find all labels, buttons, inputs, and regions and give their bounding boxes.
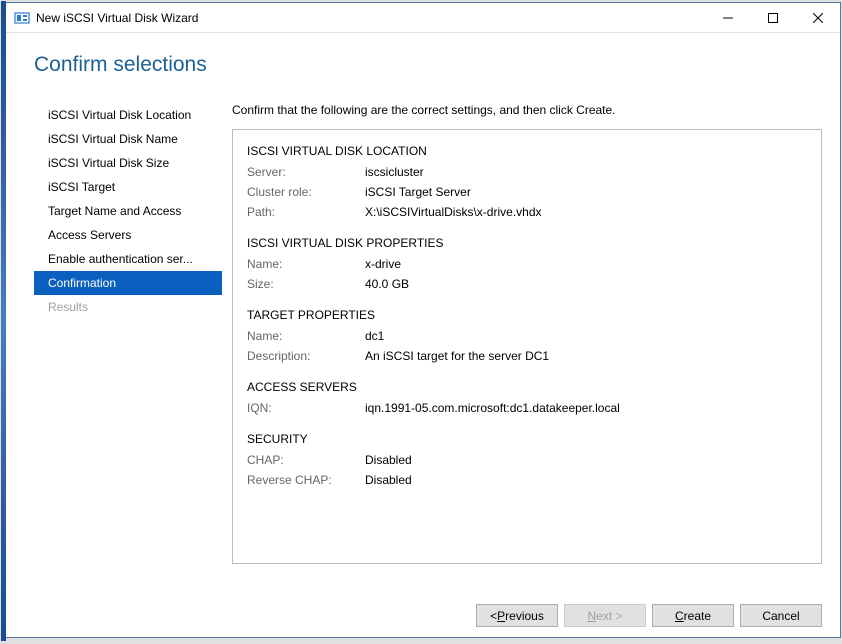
prop-label-size: Size: (247, 274, 365, 294)
prop-row: CHAP: Disabled (247, 450, 807, 470)
sidebar-item-confirmation[interactable]: Confirmation (34, 271, 222, 295)
prop-value-size: 40.0 GB (365, 274, 409, 294)
section-header-properties: ISCSI VIRTUAL DISK PROPERTIES (247, 236, 807, 250)
sidebar-item-target[interactable]: iSCSI Target (34, 175, 222, 199)
cancel-button[interactable]: Cancel (740, 604, 822, 627)
prop-value-chap: Disabled (365, 450, 412, 470)
prop-value-description: An iSCSI target for the server DC1 (365, 346, 549, 366)
sidebar-item-label: iSCSI Virtual Disk Name (48, 132, 178, 146)
previous-button[interactable]: < Previous (476, 604, 558, 627)
titlebar: New iSCSI Virtual Disk Wizard (6, 3, 840, 33)
prop-value-diskname: x-drive (365, 254, 401, 274)
titlebar-buttons (705, 3, 840, 32)
sidebar-item-label: iSCSI Virtual Disk Size (48, 156, 169, 170)
wizard-footer: < Previous Next > Create Cancel (476, 604, 822, 627)
sidebar-item-results: Results (34, 295, 222, 319)
prop-row: Path: X:\iSCSIVirtualDisks\x-drive.vhdx (247, 202, 807, 222)
sidebar-item-label: Access Servers (48, 228, 131, 242)
sidebar-item-size[interactable]: iSCSI Virtual Disk Size (34, 151, 222, 175)
prop-label-server: Server: (247, 162, 365, 182)
sidebar-item-name[interactable]: iSCSI Virtual Disk Name (34, 127, 222, 151)
prop-row: Name: x-drive (247, 254, 807, 274)
page-title: Confirm selections (34, 53, 822, 77)
prop-row: Server: iscsicluster (247, 162, 807, 182)
sidebar-item-label: Target Name and Access (48, 204, 181, 218)
prop-label-diskname: Name: (247, 254, 365, 274)
prop-value-iqn: iqn.1991-05.com.microsoft:dc1.datakeeper… (365, 398, 620, 418)
prop-row: Cluster role: iSCSI Target Server (247, 182, 807, 202)
prop-row: Reverse CHAP: Disabled (247, 470, 807, 490)
prop-label-path: Path: (247, 202, 365, 222)
prop-value-cluster-role: iSCSI Target Server (365, 182, 471, 202)
confirmation-panel: ISCSI VIRTUAL DISK LOCATION Server: iscs… (232, 129, 822, 564)
sidebar-item-access-servers[interactable]: Access Servers (34, 223, 222, 247)
instruction-text: Confirm that the following are the corre… (232, 103, 822, 117)
window-title: New iSCSI Virtual Disk Wizard (36, 11, 705, 25)
wizard-body: Confirm that the following are the corre… (222, 103, 822, 564)
prop-row: Name: dc1 (247, 326, 807, 346)
create-button[interactable]: Create (652, 604, 734, 627)
next-button[interactable]: Next > (564, 604, 646, 627)
sidebar-item-label: iSCSI Virtual Disk Location (48, 108, 191, 122)
prop-value-path: X:\iSCSIVirtualDisks\x-drive.vhdx (365, 202, 542, 222)
sidebar-item-label: Results (48, 300, 88, 314)
minimize-button[interactable] (705, 3, 750, 32)
wizard-window: New iSCSI Virtual Disk Wizard Confirm se… (5, 2, 841, 638)
sidebar-item-target-name[interactable]: Target Name and Access (34, 199, 222, 223)
section-header-security: SECURITY (247, 432, 807, 446)
prop-label-targetname: Name: (247, 326, 365, 346)
sidebar-item-location[interactable]: iSCSI Virtual Disk Location (34, 103, 222, 127)
window-left-accent (1, 1, 6, 641)
close-button[interactable] (795, 3, 840, 32)
sidebar-item-authentication[interactable]: Enable authentication ser... (34, 247, 222, 271)
prop-row: IQN: iqn.1991-05.com.microsoft:dc1.datak… (247, 398, 807, 418)
section-header-target: TARGET PROPERTIES (247, 308, 807, 322)
prop-value-targetname: dc1 (365, 326, 384, 346)
prop-label-chap: CHAP: (247, 450, 365, 470)
prop-value-server: iscsicluster (365, 162, 424, 182)
section-header-location: ISCSI VIRTUAL DISK LOCATION (247, 144, 807, 158)
sidebar-item-label: Confirmation (48, 276, 116, 290)
prop-label-reverse-chap: Reverse CHAP: (247, 470, 365, 490)
prop-label-description: Description: (247, 346, 365, 366)
prop-label-cluster-role: Cluster role: (247, 182, 365, 202)
prop-label-iqn: IQN: (247, 398, 365, 418)
content-area: Confirm selections iSCSI Virtual Disk Lo… (6, 33, 840, 564)
maximize-button[interactable] (750, 3, 795, 32)
sidebar-item-label: iSCSI Target (48, 180, 115, 194)
prop-row: Size: 40.0 GB (247, 274, 807, 294)
prop-row: Description: An iSCSI target for the ser… (247, 346, 807, 366)
prop-value-reverse-chap: Disabled (365, 470, 412, 490)
sidebar-item-label: Enable authentication ser... (48, 252, 193, 266)
section-header-access: ACCESS SERVERS (247, 380, 807, 394)
main-layout: iSCSI Virtual Disk Location iSCSI Virtua… (34, 103, 822, 564)
wizard-steps-sidebar: iSCSI Virtual Disk Location iSCSI Virtua… (34, 103, 222, 564)
app-icon (14, 10, 30, 26)
